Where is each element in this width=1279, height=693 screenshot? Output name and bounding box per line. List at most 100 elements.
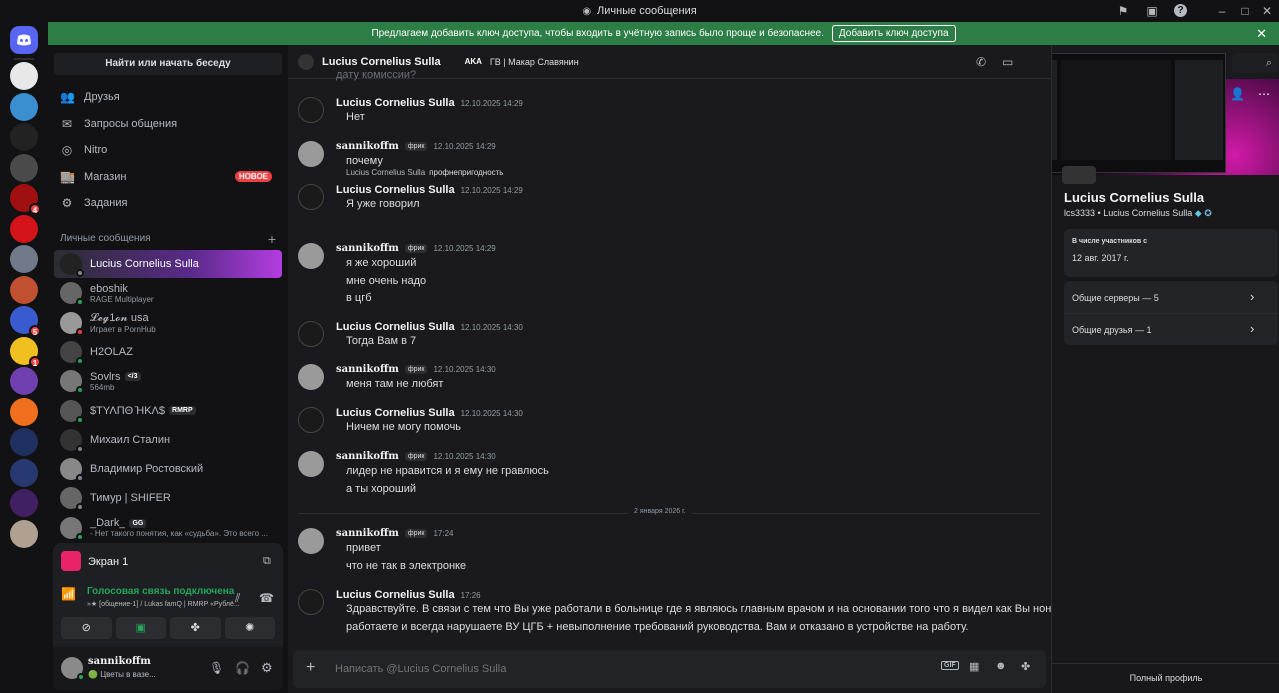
nav-item-5[interactable]: ⚙ Задания — [54, 190, 282, 216]
dm-item[interactable]: _Dark_ GG - Нет такого понятия, как «судьб… — [54, 514, 282, 542]
create-dm-icon[interactable]: + — [268, 231, 276, 247]
dm-item[interactable]: Sovlrs </3 564mb — [54, 367, 282, 395]
message-author[interactable]: sannikoffm — [336, 528, 399, 539]
server-icon-7[interactable] — [10, 245, 38, 273]
inbox-icon[interactable]: ▣ — [1144, 3, 1160, 19]
mutual-friends-chevron-icon[interactable]: › — [1250, 321, 1254, 336]
nav-item-1[interactable]: 👥 Друзья — [54, 84, 282, 110]
dm-item[interactable]: Михаил Сталин — [54, 426, 282, 454]
apps-icon[interactable]: ✤ — [1021, 660, 1030, 673]
dm-item[interactable]: H2OLAZ — [54, 338, 282, 366]
home-button[interactable] — [10, 26, 38, 54]
message-avatar[interactable] — [298, 364, 324, 390]
server-icon-11[interactable] — [10, 367, 38, 395]
full-profile-link[interactable]: Полный профиль — [1052, 673, 1279, 683]
server-badge: 5 — [29, 325, 41, 337]
minimize-icon[interactable]: – — [1214, 3, 1230, 19]
message-avatar[interactable] — [298, 97, 324, 123]
voice-status[interactable]: Голосовая связь подключена — [87, 586, 234, 597]
message-author[interactable]: Lucius Cornelius Sulla — [336, 589, 455, 601]
dm-item[interactable]: Владимир Ростовский — [54, 455, 282, 483]
message-avatar[interactable] — [298, 184, 324, 210]
title-bar: ◉ Личные сообщения ⚑ ▣ ? – □ ✕ — [0, 0, 1279, 22]
call-icon[interactable]: ✆ — [976, 55, 986, 69]
maximize-icon[interactable]: □ — [1237, 3, 1253, 19]
screen-share-preview[interactable] — [1052, 53, 1226, 173]
message-avatar[interactable] — [298, 407, 324, 433]
video-call-icon[interactable]: ▭ — [1002, 55, 1013, 69]
server-icon-6[interactable] — [10, 214, 38, 243]
search-button[interactable]: Найти или начать беседу — [54, 53, 282, 75]
activities-button[interactable]: ✤ — [170, 617, 221, 639]
dm-item[interactable]: Тимур | SHIFER — [54, 484, 282, 512]
message-avatar[interactable] — [298, 243, 324, 269]
mutual-servers[interactable]: Общие серверы — 5 — [1072, 293, 1159, 303]
server-icon-12[interactable] — [10, 397, 38, 426]
header-name[interactable]: Lucius Cornelius Sulla — [322, 56, 441, 68]
help-icon[interactable]: ? — [1174, 4, 1187, 17]
popout-icon[interactable]: ⧉ — [263, 555, 271, 568]
status-dot — [76, 503, 84, 512]
server-icon-2[interactable] — [10, 92, 38, 121]
message-input[interactable] — [335, 660, 925, 678]
sticker-icon[interactable]: ▦ — [969, 660, 979, 673]
message-avatar[interactable] — [298, 589, 324, 615]
message-author[interactable]: Lucius Cornelius Sulla — [336, 321, 455, 333]
server-icon-10[interactable]: 1 — [10, 336, 41, 368]
user-avatar[interactable] — [61, 657, 85, 681]
emoji-icon[interactable]: ☻ — [995, 660, 1007, 672]
reply-preview[interactable]: Lucius Cornelius Sulla профнепригодность — [346, 168, 503, 177]
close-window-icon[interactable]: ✕ — [1259, 3, 1275, 19]
server-icon-1[interactable] — [10, 62, 38, 90]
microphone-icon[interactable]: 🎙 — [209, 661, 224, 675]
message-author[interactable]: sannikoffm — [336, 364, 399, 375]
nav-item-2[interactable]: ✉ Запросы общения — [54, 111, 282, 137]
more-options-icon[interactable]: ⋯ — [1258, 87, 1270, 101]
soundboard-button[interactable]: ✺ — [224, 617, 275, 639]
server-icon-15[interactable] — [10, 489, 38, 517]
dm-name: _Dark_ — [90, 517, 126, 530]
nav-item-4[interactable]: 🏬 Магазин НОВОЕ — [54, 164, 282, 190]
server-icon-3[interactable] — [10, 123, 38, 151]
add-passkey-button[interactable]: Добавить ключ доступа — [831, 25, 956, 42]
add-friend-icon[interactable]: 👤 — [1230, 87, 1245, 101]
message-author[interactable]: Lucius Cornelius Sulla — [336, 97, 455, 109]
share-screen-button[interactable]: ▣ — [115, 617, 166, 639]
attach-plus-icon[interactable]: + — [306, 659, 315, 677]
message-avatar[interactable] — [298, 528, 324, 554]
server-icon-9[interactable]: 5 — [10, 306, 41, 337]
flag-icon[interactable]: ⚑ — [1115, 3, 1131, 19]
server-icon-13[interactable] — [10, 428, 38, 456]
server-icon-14[interactable] — [10, 458, 38, 487]
mutual-servers-chevron-icon[interactable]: › — [1250, 289, 1254, 304]
server-icon-8[interactable] — [10, 275, 38, 304]
mutual-friends[interactable]: Общие друзья — 1 — [1072, 325, 1151, 335]
dm-item[interactable]: eboshik RAGE Multiplayer — [54, 279, 282, 307]
dm-item[interactable]: $ΤΥΛΠΘ ̄HΚΛ$ RMRP — [54, 397, 282, 425]
server-icon-5[interactable]: 4 — [10, 184, 41, 215]
message-avatar[interactable] — [298, 321, 324, 347]
dm-item[interactable]: 𝓛𝓮𝓰1𝓸𝓷 usa Играет в PornHub — [54, 309, 282, 337]
settings-gear-icon[interactable]: ⚙ — [261, 660, 273, 676]
disconnect-icon[interactable]: ☎ — [259, 591, 274, 605]
search-messages-icon[interactable]: ⌕ — [1232, 53, 1278, 73]
header-avatar — [298, 53, 314, 70]
close-banner-icon[interactable]: ✕ — [1256, 26, 1267, 42]
camera-off-button[interactable]: ⊘ — [61, 617, 112, 639]
dm-name: Тимур | SHIFER — [90, 492, 171, 505]
message-author[interactable]: sannikoffm — [336, 451, 399, 462]
message-avatar[interactable] — [298, 451, 324, 477]
message-author[interactable]: Lucius Cornelius Sulla — [336, 184, 455, 196]
headphones-icon[interactable]: 🎧 — [235, 661, 250, 675]
message-avatar[interactable] — [298, 141, 324, 167]
dm-item[interactable]: Lucius Cornelius Sulla — [54, 250, 282, 278]
message-author[interactable]: sannikoffm — [336, 243, 399, 254]
aka-value: ГВ | Макар Славянин — [489, 56, 579, 67]
noise-suppression-icon[interactable]: ⫽ — [235, 591, 240, 606]
message-author[interactable]: sannikoffm — [336, 141, 399, 152]
nav-item-3[interactable]: ◎ Nitro — [54, 137, 282, 163]
server-icon-4[interactable] — [10, 153, 38, 182]
message-author[interactable]: Lucius Cornelius Sulla — [336, 407, 455, 419]
server-icon-16[interactable] — [10, 519, 38, 548]
gif-icon[interactable]: GIF — [941, 661, 959, 670]
